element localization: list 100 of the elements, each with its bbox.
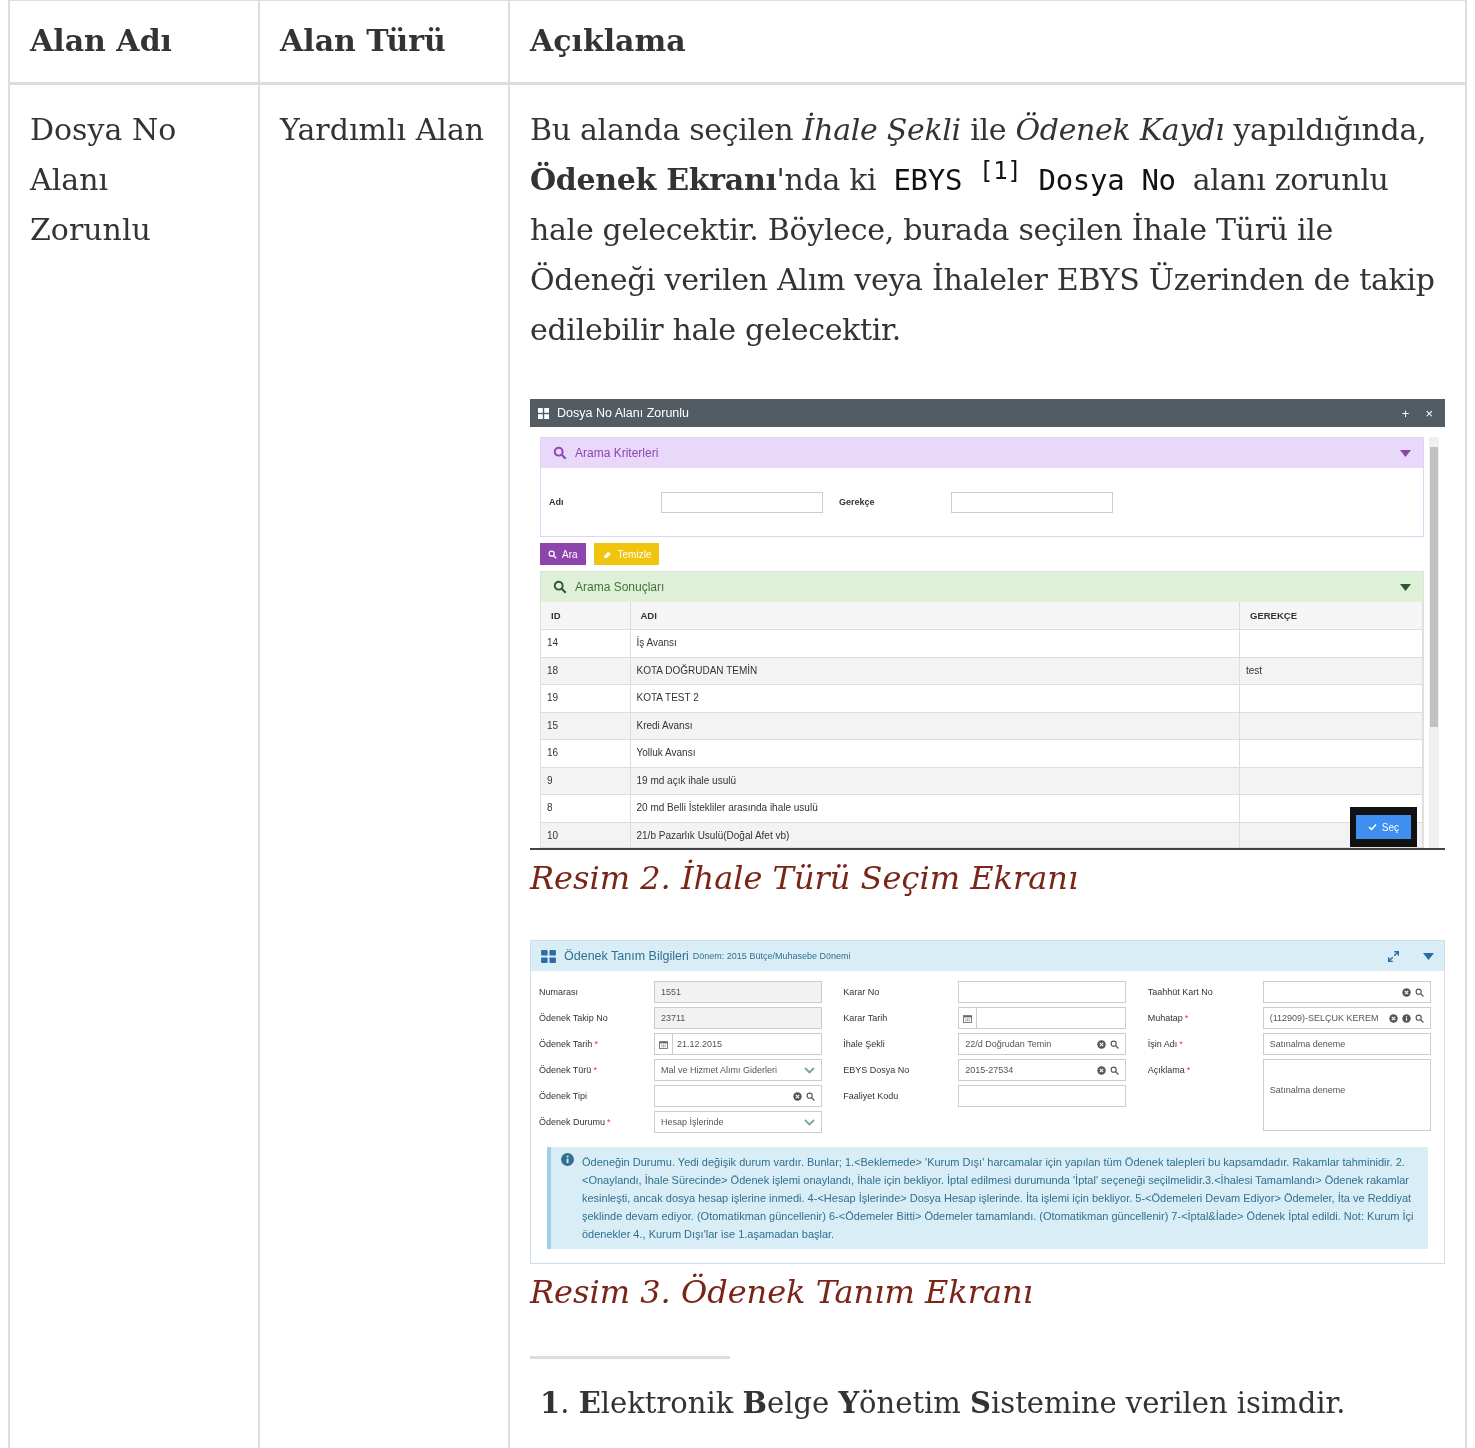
footnote-link[interactable]: [1] (979, 157, 1022, 185)
dropdown[interactable]: Mal ve Hizmet Alımı Giderleri (654, 1059, 822, 1081)
search-icon (1110, 1039, 1120, 1049)
clear-icon (1388, 1013, 1398, 1023)
table-cell: 16 (541, 739, 630, 767)
add-button[interactable]: + (1397, 405, 1414, 421)
input-field[interactable]: 22/d Doğrudan Temin (958, 1033, 1127, 1055)
figure-caption: Resim 3. Ödenek Tanım Ekranı (530, 1272, 1034, 1313)
input-field[interactable]: Satınalma deneme (1262, 1033, 1431, 1055)
table-cell: 8 (541, 794, 630, 822)
field-label: Muhatap (1147, 1013, 1183, 1023)
check-icon (1367, 823, 1377, 831)
required-mark: * (594, 1039, 598, 1049)
caret-icon (1423, 952, 1434, 960)
required-mark: * (1184, 1013, 1189, 1023)
field-label: İşin Adı (1147, 1039, 1178, 1049)
column-header: Alan Türü (280, 23, 446, 58)
close-button[interactable]: × (1421, 405, 1437, 421)
table-cell: test (1239, 657, 1423, 685)
table-cell: Yardımlı Alan (280, 112, 485, 147)
column-header[interactable]: ID (541, 602, 630, 630)
column-header: Açıklama (530, 23, 686, 58)
clear-icon (1097, 1039, 1107, 1049)
dropdown[interactable]: Hesap İşlerinde (654, 1111, 822, 1133)
field-label: EBYS Dosya No (843, 1065, 910, 1075)
input-field[interactable] (661, 491, 823, 513)
search-icon (548, 549, 557, 559)
field-label: Ödenek Türü (539, 1065, 592, 1075)
field-label: Ödenek Tarih (539, 1039, 593, 1049)
input-field[interactable]: 23711 (654, 1007, 822, 1029)
column-header: Alan Adı (30, 23, 173, 58)
table-cell: Dosya No Alanı Zorunlu (30, 112, 177, 247)
field-label: Ödenek Durumu (539, 1117, 606, 1127)
caret-icon (1400, 449, 1411, 457)
chevron-icon (804, 1118, 815, 1126)
panel-header[interactable]: Arama Kriterleri (541, 438, 1423, 468)
windows-logo-icon (538, 407, 549, 419)
table-cell: 18 (541, 657, 630, 685)
clear-icon (1097, 1065, 1107, 1075)
chevron-icon (804, 1066, 815, 1074)
info-icon (1401, 1013, 1411, 1023)
field-label: Ödenek Takip No (539, 1013, 608, 1023)
footnote-text: 1. Elektronik Belge Yönetim Sistemine verilen isimdir. (540, 1385, 1347, 1422)
field-label: Ödenek Tipi (539, 1091, 588, 1101)
input-field[interactable] (1262, 981, 1431, 1003)
clear-icon (1401, 987, 1411, 997)
date-field[interactable] (958, 1007, 1127, 1029)
text-area[interactable]: Satınalma deneme (1262, 1059, 1431, 1131)
table-cell: 19 md açık ihale usulü (630, 767, 1240, 795)
table-cell: Yolluk Avansı (630, 739, 1240, 767)
field-label: İhale Şekli (843, 1039, 885, 1049)
input-field[interactable] (958, 981, 1127, 1003)
required-mark: * (1186, 1065, 1191, 1075)
column-header[interactable]: ADI (630, 602, 1240, 630)
input-field[interactable]: (112909)-SELÇUK KEREM (1262, 1007, 1431, 1029)
table-cell: 15 (541, 712, 630, 740)
expand-icon (1388, 950, 1399, 962)
required-mark: * (607, 1117, 611, 1127)
window-title: Dosya No Alanı Zorunlu (557, 405, 690, 422)
field-label: Karar No (843, 987, 880, 997)
input-field[interactable]: 2015-27534 (958, 1059, 1127, 1081)
input-field[interactable] (951, 491, 1113, 513)
figure-caption: Resim 2. İhale Türü Seçim Ekranı (530, 858, 1080, 899)
table-cell: 21/b Pazarlık Usulü(Doğal Afet vb) (630, 822, 1240, 847)
info-icon (561, 1153, 574, 1166)
input-field[interactable] (654, 1085, 822, 1107)
grid-icon (541, 949, 556, 963)
table-cell: 19 (541, 684, 630, 712)
eraser-icon (601, 549, 613, 559)
panel-title: Ödenek Tanım Bilgileri (564, 948, 689, 965)
search-icon (1414, 1013, 1424, 1023)
input-field[interactable]: 1551 (654, 981, 822, 1003)
calendar-icon (659, 1039, 668, 1049)
table-cell: İş Avansı (630, 629, 1240, 657)
required-mark: * (1179, 1039, 1183, 1049)
scrollbar[interactable] (1429, 437, 1439, 848)
search-icon (1414, 987, 1424, 997)
panel-header[interactable]: Arama Sonuçları (541, 572, 1423, 602)
field-label: Taahhüt Kart No (1147, 987, 1213, 997)
table-cell: 20 md Belli İstekliler arasında ihale usulü (630, 794, 1240, 822)
description-paragraph: Bu alanda seçilen İhale Şekli ile Ödenek Kaydı yapıldığında, Ödenek Ekranı'nda ki EBYS $^{[1]}$ Dosya No alanı zorunlu hale gelecektir. Böylece, burada seçilen İhale Türü ile Ödeneği verilen Alım veya İhaleler EBYS Üzerinden de takip edilebilir hale gelecektir. (530, 111, 1436, 349)
table-cell: KOTA TEST 2 (630, 684, 1240, 712)
table-cell: 10 (541, 822, 630, 847)
field-label: Faaliyet Kodu (843, 1091, 899, 1101)
date-field[interactable]: 21.12.2015 (654, 1033, 822, 1055)
input-field[interactable] (958, 1085, 1127, 1107)
table-cell: 9 (541, 767, 630, 795)
search-button[interactable]: Ara (540, 543, 586, 565)
field-label: Adı (549, 496, 565, 509)
caret-icon (1400, 583, 1411, 591)
field-label: Numarası (539, 987, 578, 997)
info-text: Ödeneğin Durumu. Yedi değişik durum vardır. Bunlar; 1.<Beklemede> 'Kurum Dışı' harcamalar için yapılan tüm Ödenek talepleri bu kapsamdadır. Rakamlar tahminidir. 2.<Onaylandı, İhale Sürecinde> Ödenek işlemi onaylandı, İhale için bekliyor. İptal edilmesi durumunda 'İptal' seçeneği seçilmelidir.3.<İhalesi Tamamlandı> Ödenek rakamlar kesinleşti, ancak dosya hesap işlerine inmedi. 4-<Hesap İşlerinde> Dosya Hesap işlerinde. İta işlemi için bekliyor. 5-<Ödemeleri Devam Ediyor> Ödemeler, İta ve Reddiyat şeklinde devam ediyor. (Otomatikman güncellenir) 6-<Ödemeler Bitti> Ödemeler tamamlandı. (Otomatikman güncellenir) 7-<İptal&İade> Ödenek İptal edildi. Not: Kurum İçi ödenekler 4., Kurum Dışı'lar ise 1.aşamadan başlar. (582, 1155, 1415, 1242)
clear-icon (793, 1091, 802, 1101)
search-icon (553, 580, 567, 594)
table-cell: KOTA DOĞRUDAN TEMİN (630, 657, 1240, 685)
field-label: Karar Tarih (843, 1013, 888, 1023)
column-header[interactable]: GEREKÇE (1239, 602, 1423, 630)
field-label: Açıklama (1147, 1065, 1185, 1075)
search-icon (1110, 1065, 1120, 1075)
table-cell: Kredi Avansı (630, 712, 1240, 740)
